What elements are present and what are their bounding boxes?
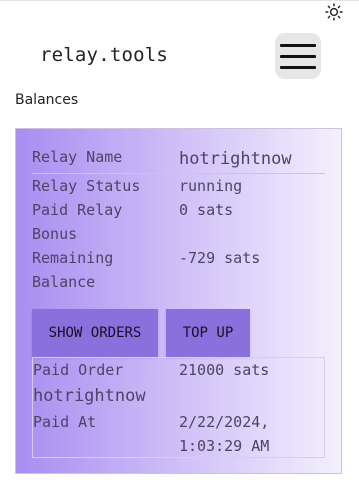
paid-order-label: Paid Order [33,361,124,379]
hamburger-icon [280,43,316,47]
relay-name-value: hotrightnow [179,149,292,169]
show-orders-button[interactable]: SHOW ORDERS [32,309,158,357]
brand-logo-text[interactable]: relay.tools [40,44,168,66]
paid-relay-bonus-label-line2: Bonus [32,225,78,243]
section-title: Balances [15,92,79,108]
order-relay-name: hotrightnow [33,386,146,406]
menu-button[interactable] [275,33,321,79]
paid-relay-bonus-value: 0 sats [179,201,234,219]
hamburger-icon-bar [280,54,316,58]
paid-at-time: 1:03:29 AM [179,437,270,455]
paid-at-label: Paid At [33,413,97,431]
relay-name-label: Relay Name [32,148,123,166]
top-up-button[interactable]: TOP UP [166,309,250,357]
paid-order-value: 21000 sats [179,361,270,379]
paid-relay-bonus-label: Paid Relay [32,201,123,219]
sun-icon [325,3,343,21]
balance-card: Relay Name hotrightnow Relay Status runn… [15,128,342,474]
remaining-balance-label: Remaining [32,249,114,267]
order-details: Paid Order 21000 sats hotrightnow Paid A… [32,357,325,458]
paid-at-date: 2/22/2024, [179,413,270,431]
top-divider [0,0,359,1]
relay-status-label: Relay Status [32,177,141,195]
remaining-balance-value: -729 sats [179,249,261,267]
theme-toggle-button[interactable] [325,3,343,21]
remaining-balance-label-line2: Balance [32,273,96,291]
relay-status-value: running [179,177,243,195]
hamburger-icon-bar [280,65,316,69]
